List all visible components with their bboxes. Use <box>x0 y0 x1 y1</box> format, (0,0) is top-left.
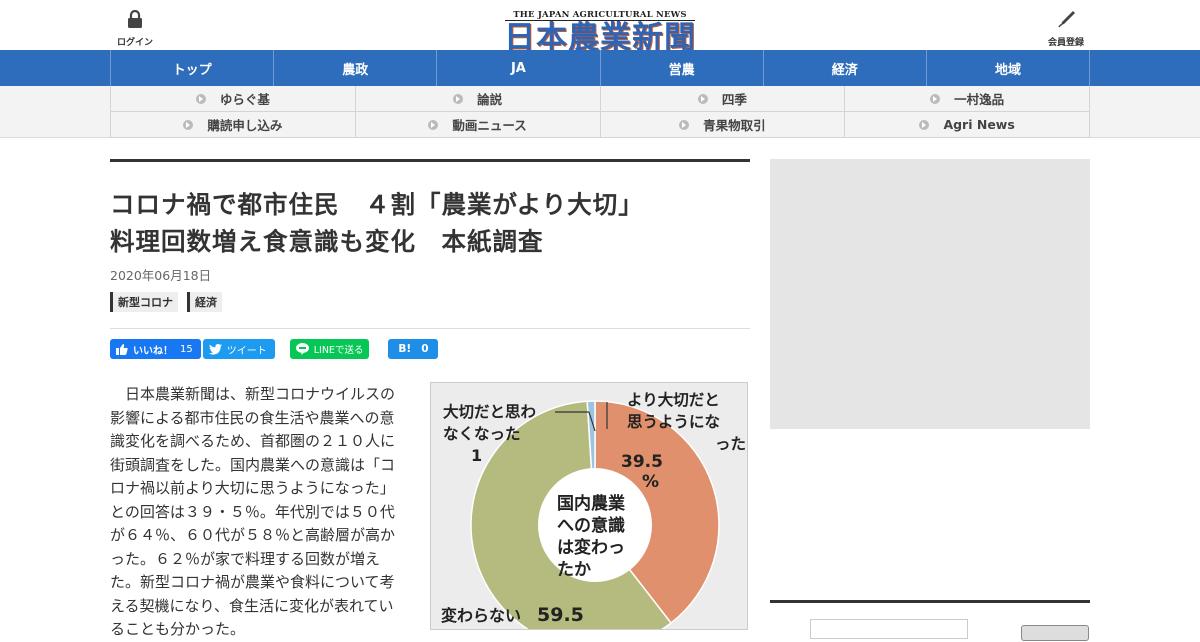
login-label: ログイン <box>116 38 153 48</box>
subnav-label: Agri News <box>943 117 1015 132</box>
tweet-button[interactable]: ツイート <box>202 339 275 359</box>
subnav-label: 四季 <box>721 92 747 107</box>
subnav-label: 青果物取引 <box>703 118 766 133</box>
like-label: いいね！ <box>133 345 173 357</box>
subnav-item[interactable]: 四季 <box>600 86 846 112</box>
tag[interactable]: 経済 <box>187 292 222 312</box>
article-title-line1: コロナ禍で都市住民 ４割「農業がより大切」 <box>110 190 644 219</box>
label-more-line2: 思うようにな <box>627 413 720 431</box>
subnav-label: ゆらぐ基 <box>219 92 270 107</box>
facebook-like-button[interactable]: いいね！ 15 <box>110 339 201 359</box>
thumbs-up-icon <box>116 343 128 355</box>
nav-item-ja[interactable]: JA <box>437 50 601 86</box>
arrow-circle-icon <box>183 119 194 130</box>
sub-nav: ゆらぐ基 論説 四季 一村逸品 購読申し込み 動画ニュース 青果物取引 Agri… <box>110 86 1090 138</box>
subnav-label: 一村逸品 <box>954 92 1005 107</box>
nav-item-top[interactable]: トップ <box>111 50 275 86</box>
subnav-item[interactable]: 論説 <box>355 86 601 112</box>
subnav-item[interactable]: 動画ニュース <box>355 112 601 138</box>
hatena-bookmark-button[interactable]: B! 0 <box>388 339 439 359</box>
article-title-line2: 料理回数増え食意識も変化 本紙調査 <box>110 227 544 256</box>
nav-item-economy[interactable]: 経済 <box>764 50 927 86</box>
article-body: 日本農業新聞は、新型コロナウイルスの影響による都市住民の食生活や農業への意識変化… <box>110 385 396 638</box>
label-less-value: 1 <box>471 446 482 465</box>
subnav-item[interactable]: 購読申し込み <box>111 112 356 138</box>
nav-item-politics[interactable]: 農政 <box>274 50 438 86</box>
line-icon <box>295 343 309 355</box>
arrow-circle-icon <box>428 119 439 130</box>
subnav-item[interactable]: ゆらぐ基 <box>111 86 356 112</box>
hatena-count: 0 <box>421 343 429 355</box>
label-less-line2: なくなった <box>443 425 521 443</box>
subnav-label: 論説 <box>477 92 503 107</box>
divider <box>110 328 750 329</box>
hatena-label: B! <box>398 343 412 355</box>
label-same-value: 59.5 <box>537 604 584 626</box>
center-label-line1: 国内農業 <box>557 493 625 514</box>
pen-icon <box>1058 11 1075 28</box>
label-more-line3: った <box>715 435 746 453</box>
sidebar-button[interactable] <box>1021 625 1089 641</box>
arrow-circle-icon <box>697 93 708 104</box>
label-less-line1: 大切だと思わ <box>443 402 536 421</box>
arrow-circle-icon <box>930 93 941 104</box>
article-title: コロナ禍で都市住民 ４割「農業がより大切」 料理回数増え食意識も変化 本紙調査 <box>110 186 750 260</box>
main-nav: トップ 農政 JA 営農 経済 地域 <box>110 50 1091 86</box>
twitter-bird-icon <box>208 343 222 355</box>
article: コロナ禍で都市住民 ４割「農業がより大切」 料理回数増え食意識も変化 本紙調査 … <box>110 159 750 359</box>
article-date: 2020年06月18日 <box>110 268 212 283</box>
article-tags: 新型コロナ 経済 <box>110 292 750 312</box>
top-header: ログイン THE JAPAN AGRICULTURAL NEWS 日本農業新聞 … <box>0 0 1200 55</box>
member-register-button[interactable]: 会員登録 <box>1044 10 1088 48</box>
center-label-line2: への意識 <box>557 515 625 536</box>
arrow-circle-icon <box>679 119 690 130</box>
sidebar-box <box>770 600 1090 641</box>
subnav-label: 動画ニュース <box>452 118 527 133</box>
sidebar-ad[interactable] <box>770 159 1090 429</box>
like-count: 15 <box>180 343 193 355</box>
sidebar-search-input[interactable] <box>810 619 968 639</box>
site-logo[interactable]: THE JAPAN AGRICULTURAL NEWS 日本農業新聞 <box>503 2 697 55</box>
main-nav-bar: トップ 農政 JA 営農 経済 地域 <box>0 50 1200 86</box>
arrow-circle-icon <box>195 93 206 104</box>
arrow-circle-icon <box>919 119 930 130</box>
login-button[interactable]: ログイン <box>113 9 157 48</box>
tweet-label: ツイート <box>226 345 267 357</box>
subnav-item[interactable]: Agri News <box>845 112 1090 138</box>
tag[interactable]: 新型コロナ <box>110 292 178 312</box>
donut-chart: 大切だと思わ なくなった 1 より大切だと 思うようにな った 39.5 % 国… <box>441 390 746 629</box>
nav-item-farming[interactable]: 営農 <box>601 50 764 86</box>
center-label-line3: は変わっ <box>557 537 625 558</box>
label-more-value: 39.5 <box>621 452 663 472</box>
subnav-label: 購読申し込み <box>207 118 283 133</box>
label-more-percent: % <box>642 472 659 492</box>
arrow-circle-icon <box>453 93 464 104</box>
sub-nav-bar: ゆらぐ基 論説 四季 一村逸品 購読申し込み 動画ニュース 青果物取引 Agri… <box>0 86 1200 138</box>
social-buttons: いいね！ 15 ツイート LINEで送る B! 0 <box>110 339 750 359</box>
line-label: LINEで送る <box>313 345 364 356</box>
label-more-line1: より大切だと <box>627 390 720 409</box>
article-figure: 大切だと思わ なくなった 1 より大切だと 思うようにな った 39.5 % 国… <box>430 382 748 630</box>
subnav-item[interactable]: 一村逸品 <box>845 86 1090 112</box>
member-label: 会員登録 <box>1047 38 1084 48</box>
center-label-line4: たか <box>557 560 591 580</box>
lock-icon <box>128 9 142 28</box>
nav-item-region[interactable]: 地域 <box>927 50 1091 86</box>
line-share-button[interactable]: LINEで送る <box>289 339 370 359</box>
label-same: 変わらない <box>441 606 521 625</box>
subnav-item[interactable]: 青果物取引 <box>600 112 846 138</box>
